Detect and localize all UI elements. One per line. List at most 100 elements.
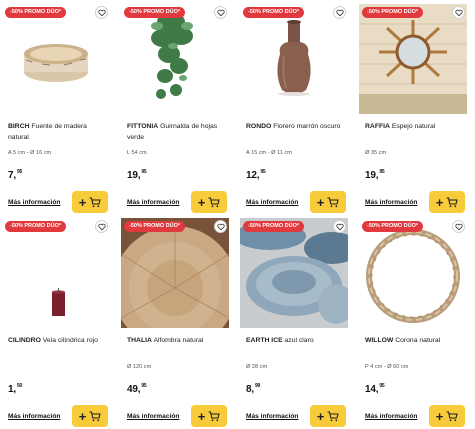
price-integer: 12, [246,170,260,181]
add-to-cart-button[interactable]: + [72,405,108,427]
price-integer: 8, [246,384,254,395]
product-name[interactable]: EARTH ICE azul claro [246,335,346,346]
favorite-button[interactable] [452,6,465,19]
cart-icon [446,410,459,421]
product-brand: THALIA [127,337,152,344]
product-name[interactable]: CILINDRO Vela cilíndrica rojo [8,335,108,346]
heart-icon [335,9,344,16]
more-info-link[interactable]: Más información [127,413,179,420]
add-to-cart-button[interactable]: + [191,191,227,213]
price-integer: 19, [127,170,141,181]
price-integer: 14, [365,384,379,395]
product-brand: RAFFIA [365,123,390,130]
product-name[interactable]: WILLOW Corona natural [365,335,465,346]
product-image[interactable] [121,218,229,328]
product-title: Vela cilíndrica rojo [42,337,98,344]
product-card[interactable]: -50% PROMO DÚO* FITTONIA Guirnalda de ho… [119,0,231,214]
product-brand: FITTONIA [127,123,159,130]
promo-badge: -50% PROMO DÚO* [5,221,67,232]
product-title: Alfombra natural [153,337,204,344]
add-to-cart-button[interactable]: + [310,405,346,427]
product-title: Corona natural [395,337,441,344]
heart-icon [335,223,344,230]
add-to-cart-button[interactable]: + [429,405,465,427]
add-to-cart-button[interactable]: + [310,191,346,213]
product-card[interactable]: -50% PROMO DÚO* CILINDRO Vela cilíndrica… [0,214,112,428]
plus-icon: + [78,408,87,424]
more-info-link[interactable]: Más información [365,199,417,206]
product-dimensions: Ø 35 cm [365,150,387,156]
product-grid: -50% PROMO DÚO* BIRCH Fuente de madera n… [0,0,475,429]
price-integer: 1, [8,384,16,395]
product-dimensions: A 5 cm - Ø 16 cm [8,150,52,156]
price-integer: 7, [8,170,16,181]
product-image[interactable] [359,4,467,114]
product-image[interactable] [359,218,467,328]
more-info-link[interactable]: Más información [8,199,60,206]
product-card[interactable]: -50% PROMO DÚO* RAFFIA Espejo natural Ø … [357,0,469,214]
heart-icon [216,9,225,16]
product-name[interactable]: THALIA Alfombra natural [127,335,227,346]
product-card[interactable]: -50% PROMO DÚO* EARTH ICE azul claro Ø 2… [238,214,350,428]
product-brand: WILLOW [365,337,394,344]
plus-icon: + [316,194,325,210]
plus-icon: + [197,194,206,210]
cart-icon [208,410,221,421]
more-info-link[interactable]: Más información [127,199,179,206]
price-decimals: 95 [379,169,385,175]
price-decimals: 95 [16,169,23,175]
product-brand: CILINDRO [8,337,41,344]
heart-icon [216,223,225,230]
price-decimals: 95 [141,383,147,389]
favorite-button[interactable] [214,6,227,19]
product-brand: EARTH ICE [246,337,283,344]
more-info-link[interactable]: Más información [246,413,298,420]
promo-badge: -50% PROMO DÚO* [243,221,305,232]
product-price: 19,95 [127,169,147,181]
add-to-cart-button[interactable]: + [72,191,108,213]
product-name[interactable]: FITTONIA Guirnalda de hojas verde [127,121,227,143]
more-info-link[interactable]: Más información [365,413,417,420]
add-to-cart-button[interactable]: + [191,405,227,427]
plus-icon: + [316,408,325,424]
favorite-button[interactable] [95,6,108,19]
cart-icon [89,196,102,207]
promo-badge: -50% PROMO DÚO* [362,221,424,232]
plus-icon: + [435,194,444,210]
more-info-link[interactable]: Más información [8,413,60,420]
product-title: Espejo natural [391,123,436,130]
cart-icon [327,410,340,421]
favorite-button[interactable] [333,220,346,233]
price-integer: 49, [127,384,141,395]
favorite-button[interactable] [214,220,227,233]
price-integer: 19, [365,170,379,181]
product-name[interactable]: RAFFIA Espejo natural [365,121,465,132]
product-image[interactable] [2,4,110,114]
more-info-link[interactable]: Más información [246,199,298,206]
promo-badge: -50% PROMO DÚO* [124,7,186,18]
add-to-cart-button[interactable]: + [429,191,465,213]
product-name[interactable]: RONDO Florero marrón oscuro [246,121,346,132]
product-image[interactable] [240,218,348,328]
heart-icon [97,223,106,230]
product-name[interactable]: BIRCH Fuente de madera natural [8,121,108,143]
product-card[interactable]: -50% PROMO DÚO* WILLOW Corona natural P … [357,214,469,428]
heart-icon [97,9,106,16]
product-dimensions: Ø 120 cm [127,364,152,370]
product-brand: RONDO [246,123,272,130]
product-card[interactable]: -50% PROMO DÚO* RONDO Florero marrón osc… [238,0,350,214]
product-image[interactable] [121,4,229,114]
product-price: 7,95 [8,169,23,181]
promo-badge: -50% PROMO DÚO* [362,7,424,18]
favorite-button[interactable] [333,6,346,19]
price-decimals: 95 [379,383,385,389]
product-card[interactable]: -50% PROMO DÚO* BIRCH Fuente de madera n… [0,0,112,214]
product-image[interactable] [240,4,348,114]
cart-icon [327,196,340,207]
price-decimals: 50 [16,383,23,389]
favorite-button[interactable] [95,220,108,233]
product-image[interactable] [2,218,110,328]
product-card[interactable]: -50% PROMO DÚO* THALIA Alfombra natural … [119,214,231,428]
favorite-button[interactable] [452,220,465,233]
promo-badge: -50% PROMO DÚO* [243,7,305,18]
